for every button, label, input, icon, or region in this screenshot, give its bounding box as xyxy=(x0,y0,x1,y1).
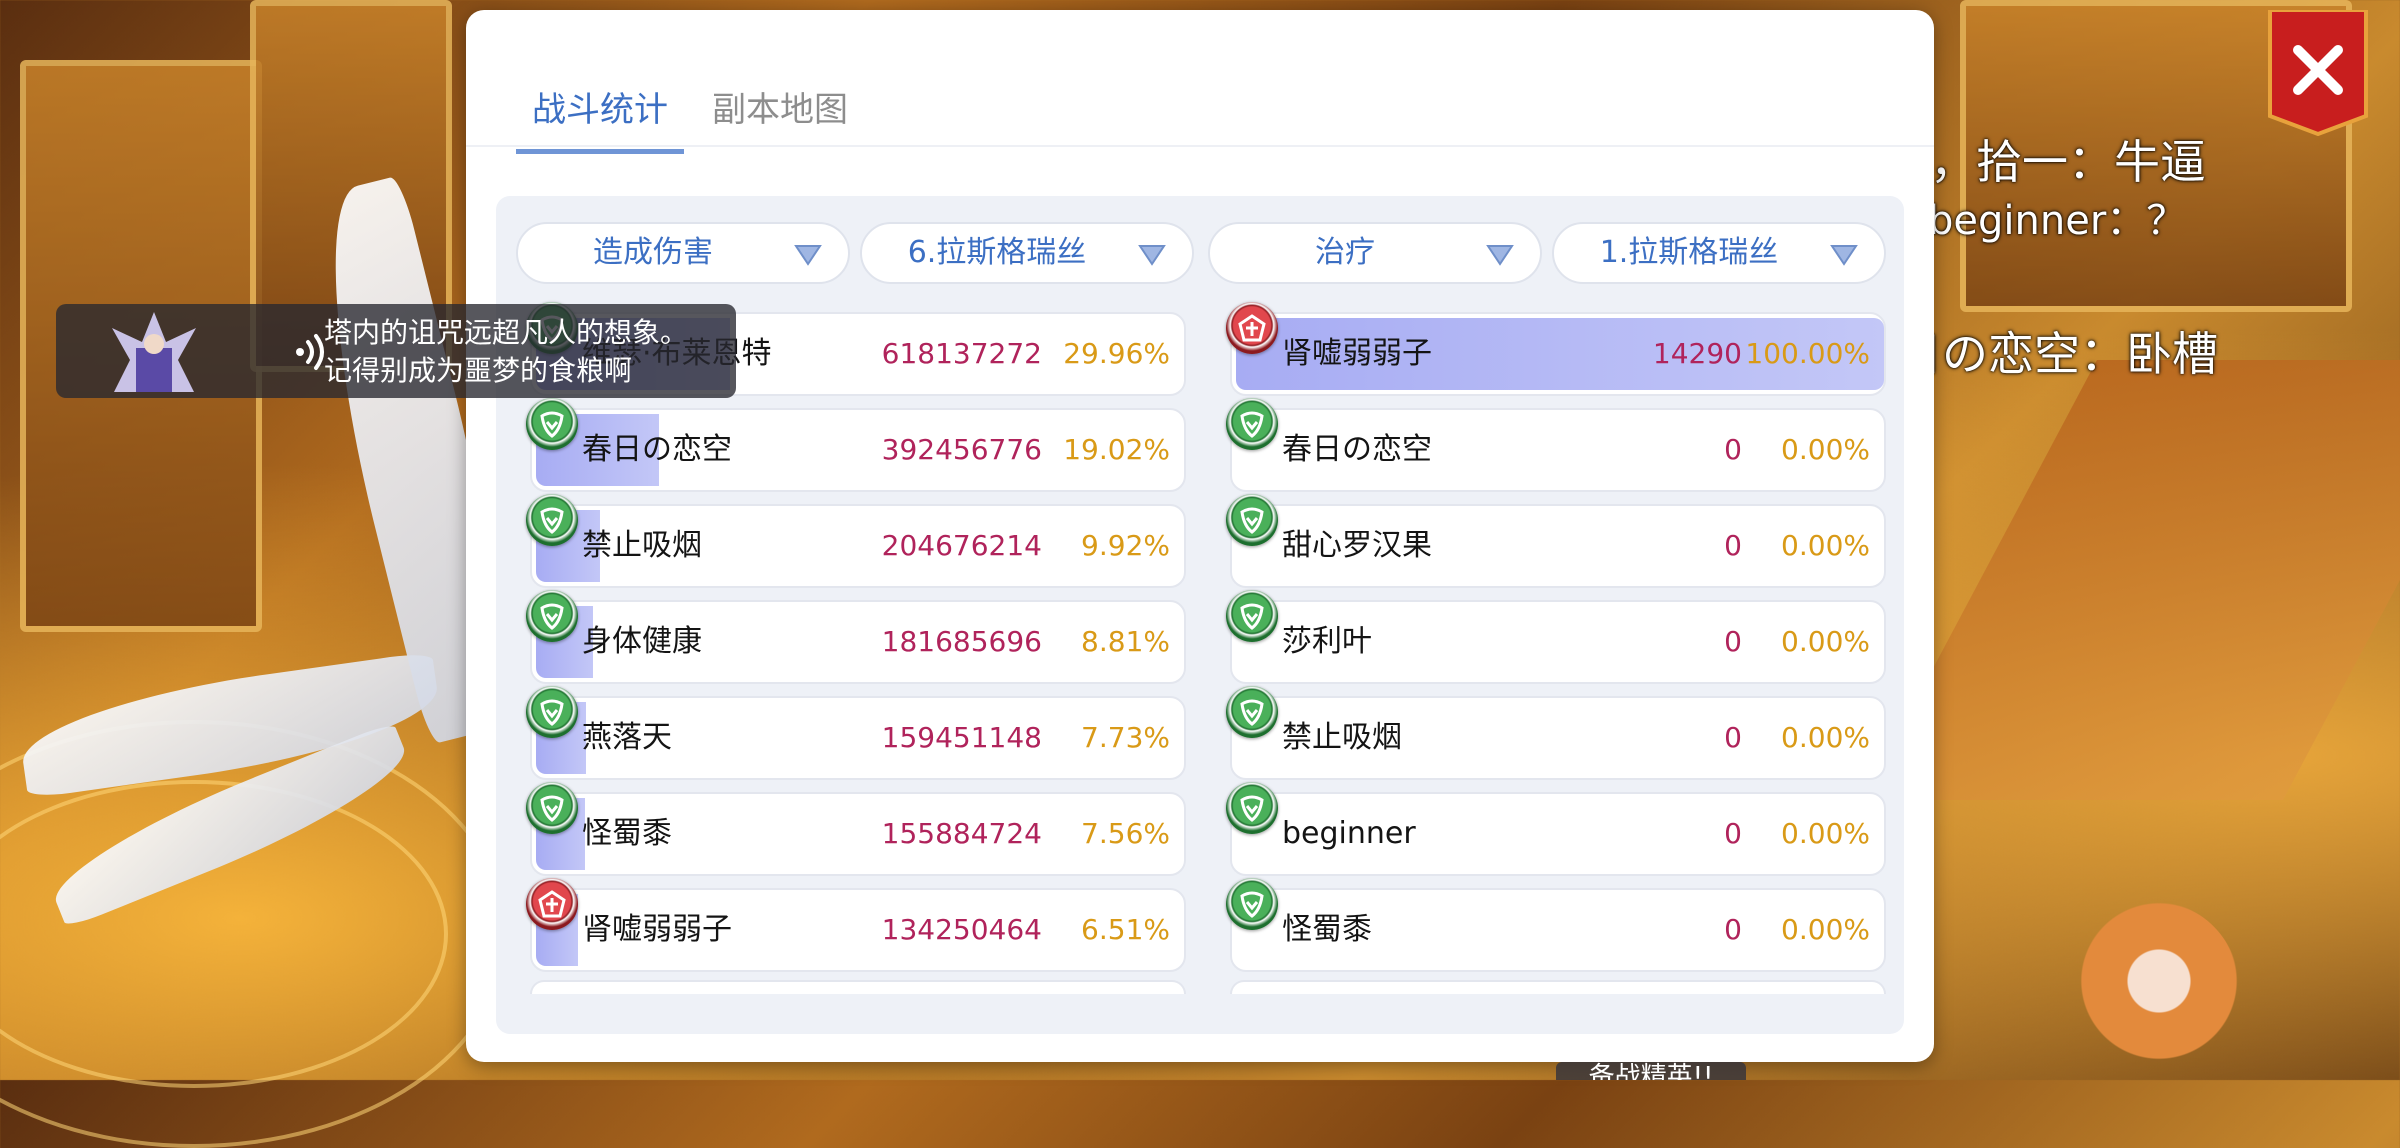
stat-value: 204676214 xyxy=(881,529,1042,562)
player-name: 莎利叶 xyxy=(1282,624,1372,659)
ranking-row[interactable]: 燕落天 159451148 7.73% xyxy=(526,686,1186,780)
stat-percent: 0.00% xyxy=(1781,817,1870,850)
green-class-badge-icon xyxy=(1226,686,1278,738)
dropdown-label: 治疗 xyxy=(1315,235,1375,270)
player-name: 燕落天 xyxy=(582,720,672,755)
player-name: 禁止吸烟 xyxy=(582,528,702,563)
chat-line: beginner：？ xyxy=(1928,198,2187,244)
green-class-badge-icon xyxy=(526,590,578,642)
stat-percent: 9.92% xyxy=(1081,529,1170,562)
stat-value: 0 xyxy=(1724,817,1742,850)
player-name: 怪蜀黍 xyxy=(582,816,672,851)
close-button[interactable] xyxy=(2266,8,2370,137)
notification-line: 塔内的诅咒远超凡人的想象。 xyxy=(324,316,689,349)
stat-percent: 100.00% xyxy=(1745,337,1870,370)
green-class-badge-icon xyxy=(526,782,578,834)
stat-percent: 0.00% xyxy=(1781,433,1870,466)
bottom-status-label: 备战精英!! xyxy=(1556,1062,1746,1080)
stat-percent: 8.81% xyxy=(1081,625,1170,658)
red-class-badge-icon xyxy=(526,878,578,930)
heal-type-dropdown[interactable]: 治疗 xyxy=(1208,222,1542,284)
green-class-badge-icon xyxy=(1226,590,1278,642)
ranking-row[interactable]: 春日の恋空 392456776 19.02% xyxy=(526,398,1186,492)
player-name: 甜心罗汉果 xyxy=(1282,528,1432,563)
stat-percent: 7.73% xyxy=(1081,721,1170,754)
stat-percent: 0.00% xyxy=(1781,625,1870,658)
ranking-row[interactable]: 禁止吸烟 204676214 9.92% xyxy=(526,494,1186,588)
stat-value: 134250464 xyxy=(881,913,1042,946)
dropdown-label: 6.拉斯格瑞丝 xyxy=(907,235,1087,270)
chevron-down-icon xyxy=(1138,245,1166,266)
stat-value: 0 xyxy=(1724,433,1742,466)
dropdown-label: 1.拉斯格瑞丝 xyxy=(1599,235,1779,270)
stat-value: 0 xyxy=(1724,529,1742,562)
story-notification[interactable]: 塔内的诅咒远超凡人的想象。 记得别成为噩梦的食粮啊 xyxy=(56,304,736,398)
stat-percent: 6.51% xyxy=(1081,913,1170,946)
next-row-peek xyxy=(530,980,1186,994)
damage-type-dropdown[interactable]: 造成伤害 xyxy=(516,222,850,284)
ranking-row[interactable]: 甜心罗汉果 0 0.00% xyxy=(1226,494,1886,588)
heal-target-dropdown[interactable]: 1.拉斯格瑞丝 xyxy=(1552,222,1886,284)
tab-divider xyxy=(466,145,1934,147)
red-class-badge-icon xyxy=(1226,302,1278,354)
ranking-row[interactable]: 身体健康 181685696 8.81% xyxy=(526,590,1186,684)
stat-value: 155884724 xyxy=(881,817,1042,850)
green-class-badge-icon xyxy=(526,494,578,546)
next-row-peek xyxy=(1230,980,1886,994)
player-name: beginner xyxy=(1282,816,1416,851)
notification-text: 塔内的诅咒远超凡人的想象。 记得别成为噩梦的食粮啊 xyxy=(324,314,688,390)
stat-value: 0 xyxy=(1724,721,1742,754)
stat-percent: 29.96% xyxy=(1063,337,1170,370)
dropdown-label: 造成伤害 xyxy=(593,235,713,270)
stat-value: 0 xyxy=(1724,913,1742,946)
green-class-badge-icon xyxy=(526,398,578,450)
stat-value: 181685696 xyxy=(881,625,1042,658)
ranking-row[interactable]: beginner 0 0.00% xyxy=(1226,782,1886,876)
notification-line: 记得别成为噩梦的食粮啊 xyxy=(324,354,633,387)
player-name: 肾嘘弱弱子 xyxy=(1282,336,1432,371)
player-name: 身体健康 xyxy=(582,624,702,659)
battle-statistics-panel: 战斗统计 副本地图 造成伤害 6.拉斯格瑞丝 治疗 1.拉斯格瑞丝 维瑟·布莱恩… xyxy=(466,8,2368,1062)
golden-walkway xyxy=(1863,360,2400,800)
ranking-row[interactable]: 莎利叶 0 0.00% xyxy=(1226,590,1886,684)
player-name: 春日の恋空 xyxy=(1282,432,1432,467)
ranking-row[interactable]: 怪蜀黍 0 0.00% xyxy=(1226,878,1886,972)
stat-percent: 7.56% xyxy=(1081,817,1170,850)
ranking-row[interactable]: 怪蜀黍 155884724 7.56% xyxy=(526,782,1186,876)
stat-value: 159451148 xyxy=(881,721,1042,754)
green-class-badge-icon xyxy=(1226,494,1278,546)
ranking-row[interactable]: 肾嘘弱弱子 134250464 6.51% xyxy=(526,878,1186,972)
chat-line: ，拾一：牛逼 xyxy=(1930,135,2206,189)
player-name: 肾嘘弱弱子 xyxy=(582,912,732,947)
npc-avatar-icon xyxy=(112,312,196,392)
ranking-row[interactable]: 肾嘘弱弱子 14290 100.00% xyxy=(1226,302,1886,396)
ranking-row[interactable]: 春日の恋空 0 0.00% xyxy=(1226,398,1886,492)
chevron-down-icon xyxy=(1486,245,1514,266)
pet-character[interactable] xyxy=(2060,900,2240,1080)
green-class-badge-icon xyxy=(1226,878,1278,930)
green-class-badge-icon xyxy=(526,686,578,738)
ranking-row[interactable]: 禁止吸烟 0 0.00% xyxy=(1226,686,1886,780)
stat-percent: 0.00% xyxy=(1781,529,1870,562)
green-class-badge-icon xyxy=(1226,782,1278,834)
stat-value: 0 xyxy=(1724,625,1742,658)
stat-value: 618137272 xyxy=(881,337,1042,370)
chevron-down-icon xyxy=(1830,245,1858,266)
close-x-icon xyxy=(2268,8,2368,137)
damage-target-dropdown[interactable]: 6.拉斯格瑞丝 xyxy=(860,222,1194,284)
stat-value: 392456776 xyxy=(881,433,1042,466)
stat-value: 14290 xyxy=(1652,337,1742,370)
stat-percent: 19.02% xyxy=(1063,433,1170,466)
chevron-down-icon xyxy=(794,245,822,266)
player-name: 禁止吸烟 xyxy=(1282,720,1402,755)
green-class-badge-icon xyxy=(1226,398,1278,450)
tab-battle-statistics[interactable]: 战斗统计 xyxy=(516,82,684,154)
player-name: 怪蜀黍 xyxy=(1282,912,1372,947)
stat-percent: 0.00% xyxy=(1781,721,1870,754)
stat-percent: 0.00% xyxy=(1781,913,1870,946)
player-name: 春日の恋空 xyxy=(582,432,732,467)
tab-dungeon-map[interactable]: 副本地图 xyxy=(712,82,848,149)
